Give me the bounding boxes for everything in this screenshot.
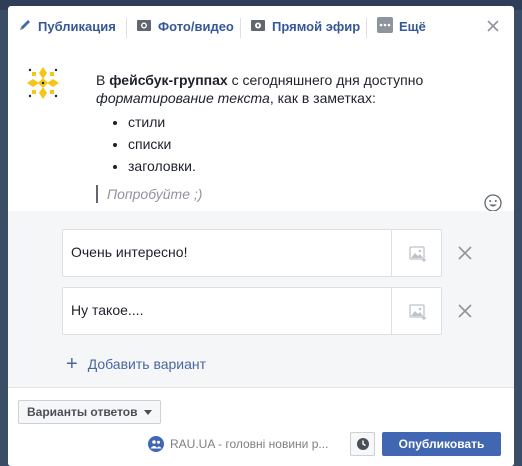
poll-option[interactable]: Очень интересно!	[62, 229, 442, 277]
tab-photo-video[interactable]: Фото/видео	[136, 16, 234, 36]
clock-icon	[356, 438, 369, 450]
post-text-italic: форматирование текста	[96, 90, 270, 106]
poll-option[interactable]: Ну такое....	[62, 287, 442, 335]
text-caret	[96, 185, 98, 203]
post-text-bold: фейсбук-группах	[109, 72, 228, 88]
post-text-part: В	[96, 72, 110, 88]
tab-label: Публикация	[38, 18, 116, 34]
group-icon	[148, 436, 164, 452]
tab-label: Прямой эфир	[272, 18, 361, 34]
add-photo-icon[interactable]	[409, 245, 427, 263]
close-icon[interactable]	[485, 18, 501, 34]
tab-label: Ещё	[399, 18, 426, 34]
post-list: стили списки заголовки.	[128, 111, 476, 177]
remove-option-icon[interactable]	[457, 245, 473, 261]
add-photo-icon[interactable]	[409, 303, 427, 321]
poll-options: Очень интересно! Ну такое.... + Добавить…	[8, 211, 514, 387]
audience-selector[interactable]: RAU.UA - головні новини р...	[148, 434, 328, 454]
remove-option-icon[interactable]	[457, 303, 473, 319]
list-item: стили	[128, 111, 476, 133]
list-item: заголовки.	[128, 155, 476, 177]
add-option-label: Добавить вариант	[87, 356, 207, 372]
publish-label: Опубликовать	[398, 437, 485, 451]
tab-live[interactable]: Прямой эфир	[250, 16, 360, 36]
avatar	[24, 64, 62, 102]
emoji-icon[interactable]	[484, 194, 502, 212]
composer-footer: Варианты ответов RAU.UA - головні новини…	[8, 387, 514, 466]
option-divider	[391, 230, 392, 276]
text-input-placeholder[interactable]: Попробуйте ;)	[96, 184, 202, 204]
add-option-button[interactable]: + Добавить вариант	[66, 354, 206, 374]
list-item: списки	[128, 133, 476, 155]
tab-label: Фото/видео	[158, 18, 234, 34]
tab-divider	[366, 18, 367, 38]
plus-icon: +	[66, 353, 78, 375]
placeholder-text: Попробуйте ;)	[107, 186, 203, 202]
schedule-button[interactable]	[350, 432, 375, 456]
tab-divider	[126, 18, 127, 38]
video-camera-icon	[250, 18, 266, 35]
tab-divider	[240, 18, 241, 38]
post-text-part: с сегодняшнего дня доступно	[227, 72, 424, 88]
composer-dialog: Публикация Фото/видео Прямой эфир Ещё В …	[8, 6, 514, 466]
dropdown-label: Варианты ответов	[27, 405, 138, 419]
pencil-icon	[18, 18, 32, 35]
composer-tabs: Публикация Фото/видео Прямой эфир Ещё	[8, 6, 514, 46]
post-text-part: , как в заметках:	[269, 90, 376, 106]
option-divider	[391, 288, 392, 334]
more-icon	[377, 16, 393, 36]
tab-publication[interactable]: Публикация	[18, 16, 116, 36]
poll-option-text: Очень интересно!	[71, 244, 188, 260]
poll-option-text: Ну такое....	[71, 302, 144, 318]
tab-more[interactable]: Ещё	[377, 16, 426, 36]
post-composer: В фейсбук-группах с сегодняшнего дня дос…	[8, 46, 514, 211]
chevron-down-icon	[143, 409, 152, 415]
post-text[interactable]: В фейсбук-группах с сегодняшнего дня дос…	[96, 71, 476, 177]
audience-label: RAU.UA - головні новини р...	[170, 437, 329, 451]
publish-button[interactable]: Опубликовать	[382, 432, 501, 456]
camera-icon	[136, 18, 152, 35]
answer-variants-dropdown[interactable]: Варианты ответов	[18, 400, 161, 424]
group-logo-icon	[27, 67, 59, 99]
